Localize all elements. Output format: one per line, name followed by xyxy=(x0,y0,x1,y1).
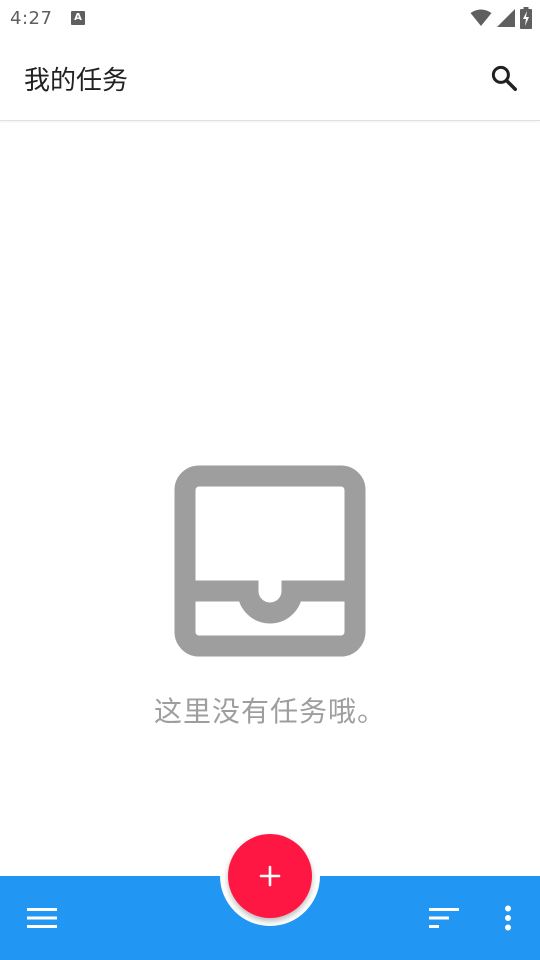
status-bar: 4:27 A xyxy=(0,0,540,36)
screen: 4:27 A 我的任务 这里没有任务哦。 xyxy=(0,0,540,960)
add-task-button[interactable] xyxy=(228,834,312,918)
menu-button[interactable] xyxy=(22,898,62,938)
app-bar: 我的任务 xyxy=(0,36,540,121)
battery-charging-icon xyxy=(520,7,532,29)
cell-signal-icon xyxy=(497,9,515,27)
more-options-button[interactable] xyxy=(488,898,528,938)
search-button[interactable] xyxy=(484,58,524,98)
menu-icon xyxy=(27,908,57,928)
status-time: 4:27 xyxy=(10,8,53,29)
more-vert-icon xyxy=(505,905,511,931)
notification-a-icon: A xyxy=(71,11,85,25)
plus-icon xyxy=(259,865,281,887)
search-icon xyxy=(491,65,517,91)
status-icons xyxy=(470,6,532,30)
sort-icon xyxy=(429,908,459,928)
page-title: 我的任务 xyxy=(24,66,129,96)
inbox-tray-icon xyxy=(174,465,366,657)
wifi-icon xyxy=(470,9,492,26)
empty-state-message: 这里没有任务哦。 xyxy=(153,695,386,728)
sort-button[interactable] xyxy=(424,898,464,938)
